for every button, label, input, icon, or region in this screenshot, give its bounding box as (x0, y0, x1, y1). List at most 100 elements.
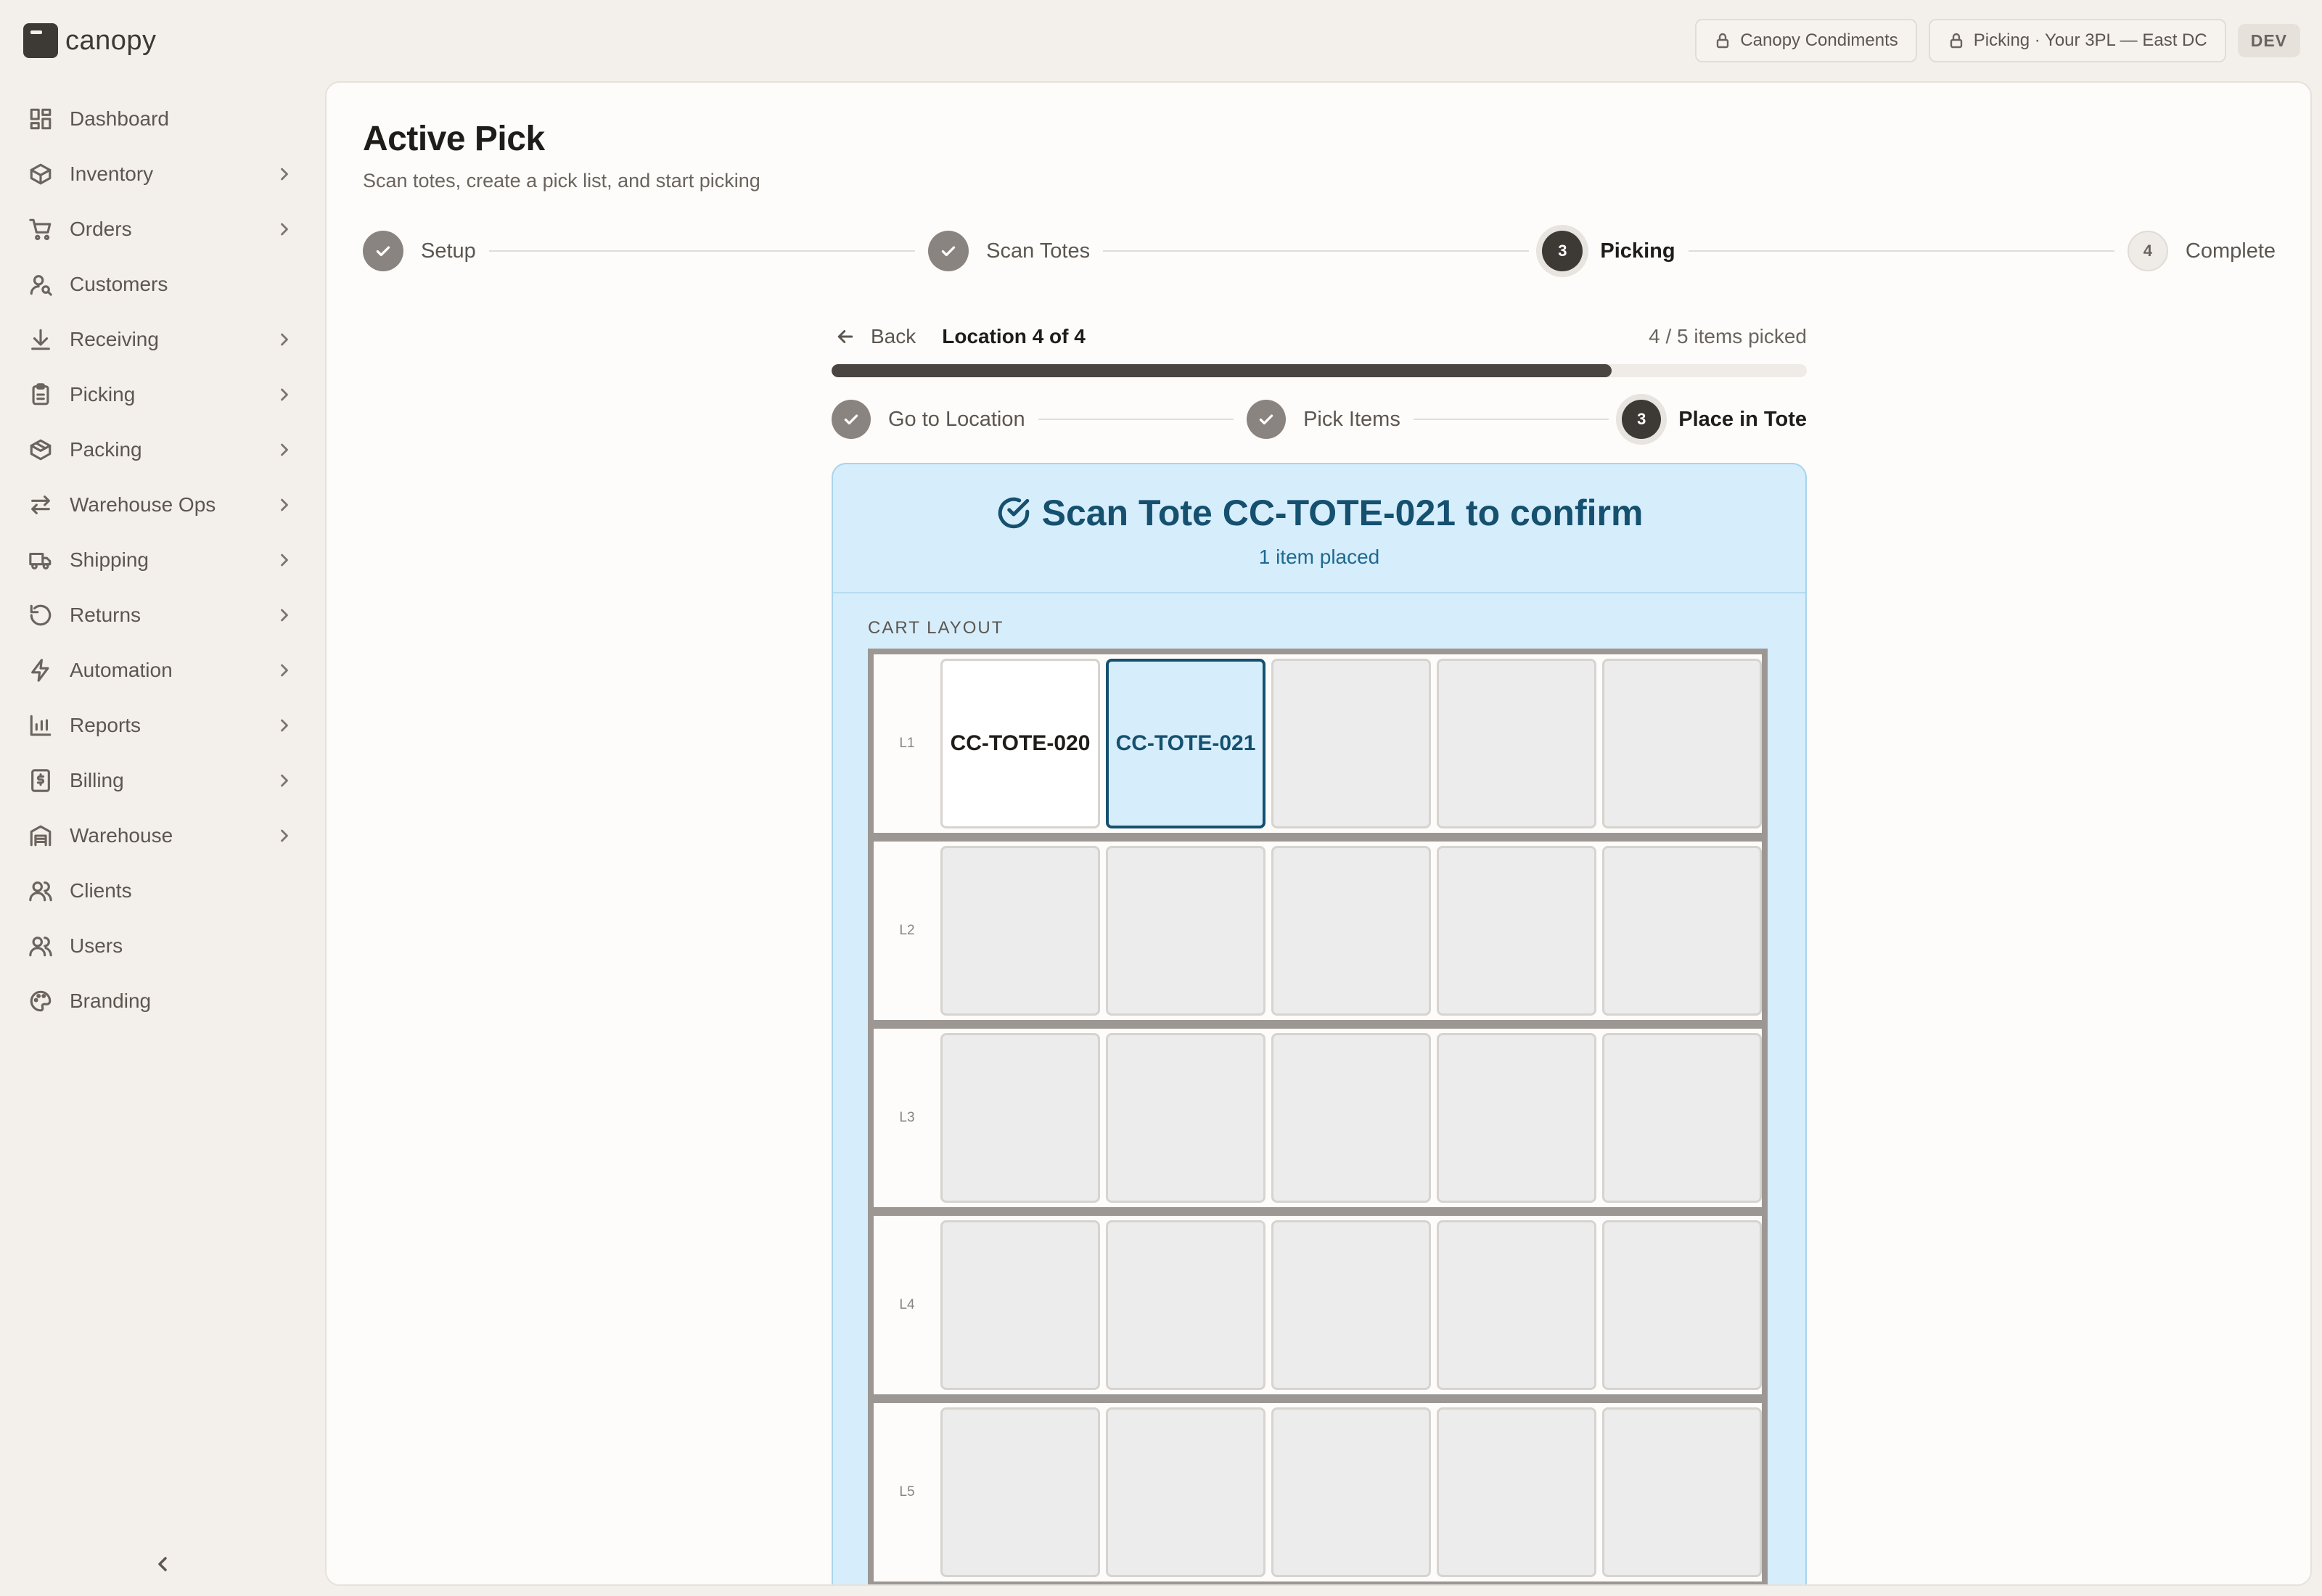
tote-slot[interactable] (1271, 1220, 1431, 1390)
sidebar-item-branding[interactable]: Branding (0, 974, 319, 1029)
shelf-label: L1 (899, 736, 915, 751)
sidebar-item-packing[interactable]: Packing (0, 422, 319, 477)
lock-icon (1717, 33, 1729, 49)
tote-slot[interactable] (940, 1033, 1100, 1203)
tote-slot[interactable] (1271, 846, 1431, 1016)
tote-slot[interactable]: CC-TOTE-021 (1106, 659, 1265, 828)
customer-icon (28, 271, 54, 297)
step-setup: Setup (363, 231, 476, 271)
step-label: Scan Totes (986, 239, 1091, 263)
sidebar-item-warehouse-ops[interactable]: Warehouse Ops (0, 477, 319, 532)
shelf-slots: CC-TOTE-020 CC-TOTE-021 (940, 659, 1762, 828)
sidebar-item-receiving[interactable]: Receiving (0, 312, 319, 367)
box-icon (28, 161, 54, 187)
chevron-right-icon (274, 219, 295, 239)
tote-slot[interactable] (1437, 846, 1596, 1016)
tote-slot[interactable] (1437, 1407, 1596, 1577)
tote-slot[interactable]: CC-TOTE-020 (940, 659, 1100, 828)
client-selector[interactable]: Canopy Condiments (1695, 19, 1917, 62)
shelf-slots (940, 846, 1762, 1016)
back-button[interactable]: Back (834, 325, 916, 348)
substep-place-in-tote: 3 Place in Tote (1622, 400, 1807, 439)
step-label: Picking (1600, 239, 1675, 263)
chevron-right-icon (274, 550, 295, 570)
chevron-right-icon (274, 715, 295, 736)
items-picked-count: 4 / 5 items picked (1649, 325, 1807, 347)
package-icon (28, 437, 54, 463)
tote-slot[interactable] (1437, 659, 1596, 828)
tote-slot[interactable] (1602, 1407, 1762, 1577)
cart-shelf-l3: L3 (874, 1029, 1762, 1207)
sidebar-item-picking[interactable]: Picking (0, 367, 319, 422)
sidebar-item-automation[interactable]: Automation (0, 643, 319, 698)
pick-progress-bar (832, 364, 1807, 377)
tote-slot[interactable] (940, 846, 1100, 1016)
stepper-connector (1413, 419, 1609, 420)
sidebar-item-clients[interactable]: Clients (0, 863, 319, 918)
app-logo[interactable]: canopy (23, 23, 157, 58)
tote-slot[interactable] (1271, 659, 1431, 828)
tote-slot[interactable] (940, 1220, 1100, 1390)
tote-slot[interactable] (1602, 659, 1762, 828)
tote-slot[interactable] (1602, 846, 1762, 1016)
pick-stepper: Setup Scan Totes 3 Picking 4 Complete (363, 229, 2276, 273)
tote-slot[interactable] (1437, 1220, 1596, 1390)
tote-slot[interactable] (1106, 846, 1265, 1016)
sidebar-item-reports[interactable]: Reports (0, 698, 319, 753)
tote-slot[interactable] (1602, 1220, 1762, 1390)
logo-mark (23, 23, 58, 58)
pick-header: Back Location 4 of 4 4 / 5 items picked (832, 315, 1807, 358)
tote-slot[interactable] (1271, 1407, 1431, 1577)
pick-progress-fill (832, 364, 1612, 377)
substep-pick-items: Pick Items (1247, 400, 1400, 439)
sidebar-item-returns[interactable]: Returns (0, 588, 319, 643)
sidebar-item-label: Customers (70, 273, 168, 295)
tote-slot[interactable] (940, 1407, 1100, 1577)
page-title: Active Pick (363, 120, 545, 158)
check-icon (1247, 400, 1287, 439)
tote-slot[interactable] (1106, 1220, 1265, 1390)
items-placed: 1 item placed (1258, 546, 1380, 568)
sidebar-item-billing[interactable]: Billing (0, 753, 319, 808)
back-label: Back (871, 325, 916, 347)
shelf-slots (940, 1220, 1762, 1390)
download-icon (28, 326, 54, 353)
sidebar-item-label: Inventory (70, 163, 154, 185)
chevron-right-icon (274, 440, 295, 460)
shelf-slots (940, 1033, 1762, 1203)
context-selector[interactable]: Picking · Your 3PL — East DC (1928, 19, 2226, 62)
sidebar-item-label: Dashboard (70, 107, 169, 130)
sidebar-item-customers[interactable]: Customers (0, 257, 319, 312)
client-name: Canopy Condiments (1740, 30, 1898, 50)
sidebar-nav: Dashboard Inventory Orders Customers Receivi… (0, 91, 319, 1029)
sidebar-item-warehouse[interactable]: Warehouse (0, 808, 319, 863)
tote-slot[interactable] (1602, 1033, 1762, 1203)
cart-layout: L1 CC-TOTE-020 CC-TOTE-021 L2 L3 L4 L5 (868, 649, 1768, 1584)
collapse-sidebar-button[interactable] (151, 1552, 174, 1576)
topbar: Canopy Condiments Picking · Your 3PL — E… (1695, 19, 2300, 62)
shelf-label: L3 (899, 1110, 915, 1125)
step-label: Pick Items (1303, 407, 1400, 431)
sidebar-item-orders[interactable]: Orders (0, 202, 319, 257)
tote-slot[interactable] (1437, 1033, 1596, 1203)
tote-slot[interactable] (1106, 1033, 1265, 1203)
chevron-right-icon (274, 660, 295, 680)
receipt-icon (28, 768, 54, 794)
sidebar-item-inventory[interactable]: Inventory (0, 147, 319, 202)
sidebar-item-label: Warehouse Ops (70, 493, 216, 516)
bar-chart-icon (28, 712, 54, 739)
sidebar-item-dashboard[interactable]: Dashboard (0, 91, 319, 147)
tote-slot[interactable] (1106, 1407, 1265, 1577)
return-icon (28, 602, 54, 628)
step-label: Setup (421, 239, 476, 263)
chevron-right-icon (274, 329, 295, 350)
step-label: Place in Tote (1678, 407, 1807, 431)
step-picking: 3 Picking (1542, 231, 1675, 271)
context-name: Picking · Your 3PL — East DC (1973, 30, 2207, 50)
chevron-right-icon (274, 770, 295, 791)
sidebar-item-shipping[interactable]: Shipping (0, 532, 319, 588)
tote-slot[interactable] (1271, 1033, 1431, 1203)
stepper-connector (1038, 419, 1234, 420)
location-indicator: Location 4 of 4 (942, 325, 1086, 347)
sidebar-item-users[interactable]: Users (0, 918, 319, 974)
